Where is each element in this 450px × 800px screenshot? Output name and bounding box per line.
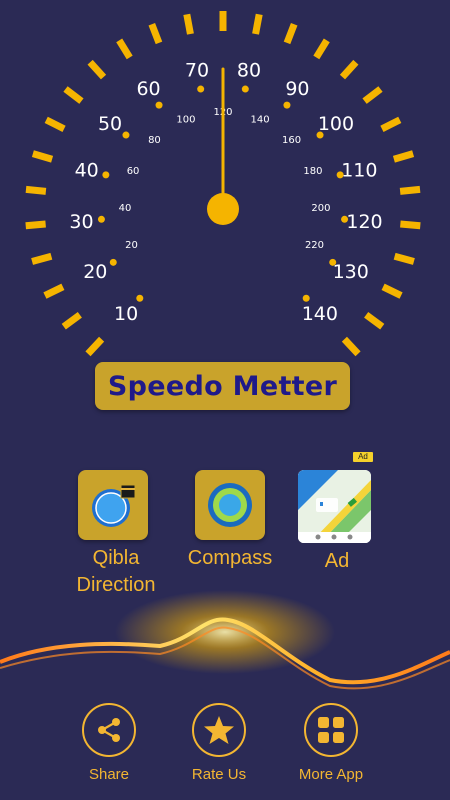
speedo-meter-label: Speedo Metter xyxy=(107,370,338,402)
compass-label: Compass xyxy=(187,547,273,569)
gauge-outer-label: 60 xyxy=(136,78,160,100)
gauge-tick xyxy=(313,38,330,60)
gauge-tick xyxy=(364,311,385,330)
compass-tile[interactable] xyxy=(195,470,265,540)
gauge-tick xyxy=(339,59,359,80)
gauge-tick xyxy=(25,185,47,195)
gauge-dot xyxy=(155,101,163,109)
gauge-inner-labels: 20406080100120140160180200220 xyxy=(119,107,331,251)
speedo-meter-button[interactable]: Speedo Metter xyxy=(95,362,350,410)
gauge-outer-label: 40 xyxy=(75,159,99,181)
gauge-dot xyxy=(336,171,344,179)
gauge-tick xyxy=(183,13,194,35)
gauge-tick xyxy=(31,252,53,265)
star-icon xyxy=(204,716,234,744)
gauge-outer-label: 130 xyxy=(333,261,369,283)
gauge-tick xyxy=(148,22,163,45)
gauge-inner-label: 140 xyxy=(250,114,269,125)
gauge-tick xyxy=(399,185,421,195)
gauge-tick xyxy=(341,336,361,357)
gauge-outer-label: 30 xyxy=(69,211,93,233)
gauge-tick xyxy=(25,220,46,230)
gauge-dot xyxy=(329,258,337,266)
gauge-dot xyxy=(102,171,110,179)
gauge-dot xyxy=(283,101,291,109)
gauge-tick xyxy=(283,22,298,45)
gauge-outer-label: 70 xyxy=(185,59,209,81)
gauge-tick xyxy=(393,252,415,265)
gauge-tick xyxy=(380,116,402,132)
more-app-button[interactable] xyxy=(304,703,358,757)
gauge-outer-label: 50 xyxy=(98,113,122,135)
glowing-wave xyxy=(0,590,450,690)
gauge-tick xyxy=(61,311,82,330)
gauge-inner-label: 40 xyxy=(119,203,132,214)
gauge-dot xyxy=(122,131,130,139)
gauge-inner-label: 180 xyxy=(303,166,322,177)
gauge-outer-label: 110 xyxy=(341,159,377,181)
gauge-dot xyxy=(109,258,117,266)
gauge-outer-label: 80 xyxy=(237,59,261,81)
gauge-outer-label: 120 xyxy=(346,211,382,233)
gauge-inner-label: 160 xyxy=(282,135,301,146)
gauge-outer-label: 20 xyxy=(83,261,107,283)
ad-badge: Ad xyxy=(353,452,373,462)
gauge-dot xyxy=(241,85,249,93)
gauge-inner-label: 200 xyxy=(311,203,330,214)
rate-us-label: Rate Us xyxy=(191,766,247,783)
gauge-tick xyxy=(116,38,133,60)
gauge-outer-label: 140 xyxy=(302,303,338,325)
grid-icon xyxy=(318,717,344,743)
gauge-needle-hub xyxy=(207,193,239,225)
gauge-inner-label: 60 xyxy=(127,166,140,177)
more-app-label: More App xyxy=(298,766,364,783)
gauge-inner-label: 220 xyxy=(305,240,324,251)
gauge-dot xyxy=(302,294,310,302)
map-navigation-icon xyxy=(298,470,371,543)
ad-label: Ad xyxy=(324,550,350,572)
gauge-tick xyxy=(392,150,415,163)
gauge-tick xyxy=(381,283,403,299)
gauge-outer-label: 10 xyxy=(114,303,138,325)
qibla-direction-tile[interactable] xyxy=(78,470,148,540)
speedometer-gauge: 10 20 30 40 50 60 70 80 90 100 110 120 130 140 20 40 60… xyxy=(25,11,421,357)
gauge-inner-label: 20 xyxy=(125,240,138,251)
gauge-dot xyxy=(97,215,105,223)
gauge-inner-label: 100 xyxy=(176,114,195,125)
gauge-tick xyxy=(400,220,421,230)
gauge-tick xyxy=(44,116,66,132)
gauge-tick xyxy=(63,86,84,104)
share-button[interactable] xyxy=(82,703,136,757)
share-label: Share xyxy=(88,766,130,783)
ad-tile[interactable] xyxy=(298,470,371,543)
gauge-inner-label: 80 xyxy=(148,135,161,146)
gauge-dot xyxy=(316,131,324,139)
qibla-compass-icon xyxy=(92,484,136,527)
gauge-tick xyxy=(252,13,263,35)
gauge-dot xyxy=(341,215,349,223)
gauge-dot xyxy=(197,85,205,93)
gauge-tick xyxy=(43,283,65,299)
gauge-tick xyxy=(31,150,54,163)
share-icon xyxy=(98,718,120,742)
rate-us-button[interactable] xyxy=(192,703,246,757)
gauge-tick xyxy=(362,86,383,104)
gauge-tick xyxy=(85,336,105,357)
compass-icon xyxy=(208,483,252,527)
gauge-outer-label: 90 xyxy=(285,78,309,100)
gauge-outer-label: 100 xyxy=(318,113,354,135)
gauge-dot xyxy=(136,294,144,302)
gauge-tick xyxy=(87,59,107,80)
gauge-outer-labels: 10 20 30 40 50 60 70 80 90 100 110 120 130 140 xyxy=(69,59,382,324)
